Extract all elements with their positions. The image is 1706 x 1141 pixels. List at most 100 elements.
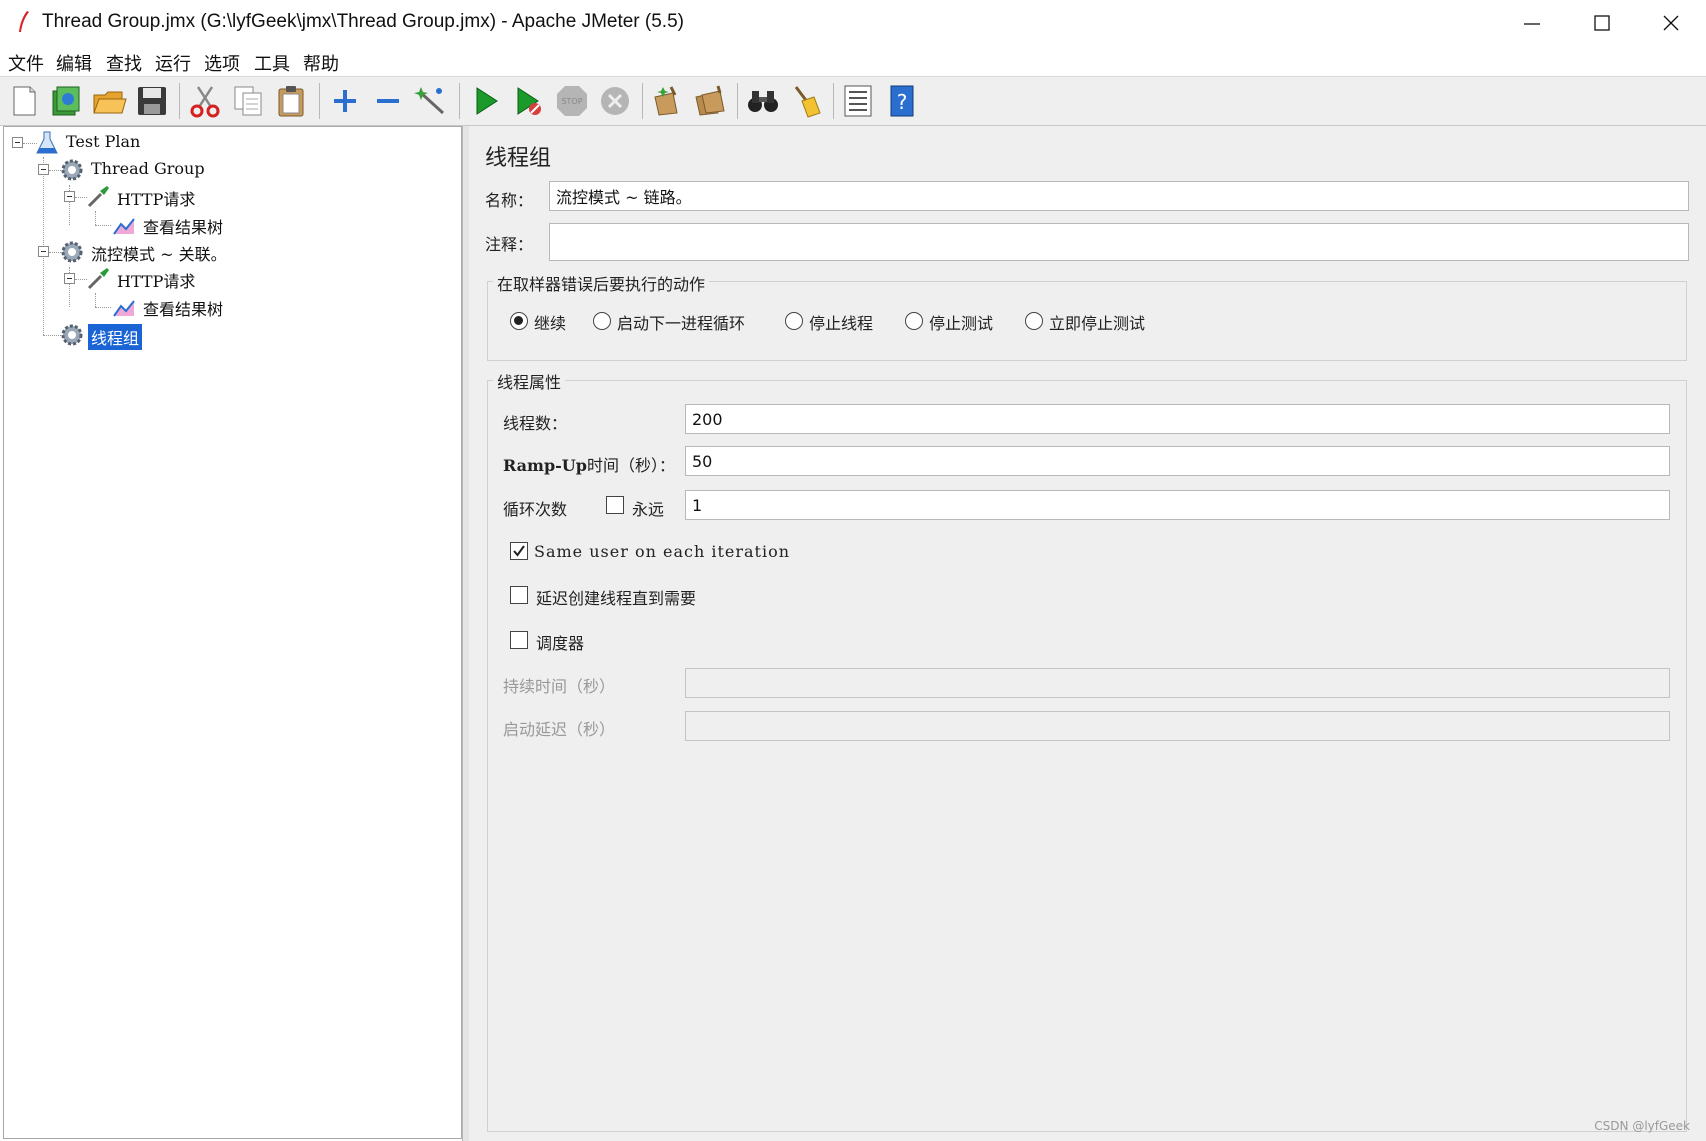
clear-button[interactable] (649, 83, 685, 119)
thread-group-gear-icon (61, 241, 83, 263)
loop-count-field[interactable] (685, 490, 1670, 520)
copy-icon (234, 86, 262, 116)
paste-button[interactable] (273, 83, 309, 119)
name-label: 名称： (485, 191, 534, 210)
copy-button[interactable] (230, 83, 266, 119)
menu-file[interactable]: 文件 (8, 50, 44, 76)
maximize-button[interactable] (1567, 0, 1637, 46)
radio-continue-indicator (510, 312, 528, 330)
function-helper-button[interactable] (840, 83, 876, 119)
rampup-label-prefix: Ramp-Up (503, 456, 587, 475)
same-user-checkbox[interactable] (510, 542, 528, 560)
title-bar: Thread Group.jmx (G:\lyfGeek\jmx\Thread … (0, 0, 1706, 46)
rampup-label-suffix: 时间（秒）： (586, 456, 675, 475)
collapse-http-request-1[interactable] (64, 191, 75, 202)
minimize-icon (1524, 23, 1540, 25)
comment-field[interactable] (549, 223, 1689, 261)
thread-properties-title: 线程属性 (493, 369, 566, 393)
window-title: Thread Group.jmx (G:\lyfGeek\jmx\Thread … (42, 11, 684, 32)
checkmark-icon (513, 545, 525, 557)
close-icon (1663, 15, 1679, 31)
menu-options[interactable]: 选项 (204, 50, 240, 76)
menu-edit[interactable]: 编辑 (56, 50, 92, 76)
clear-all-broom-icon (695, 85, 725, 116)
result-tree-chart-icon (113, 300, 135, 317)
minimize-button[interactable] (1497, 0, 1567, 46)
forever-label: 永远 (632, 500, 665, 519)
toggle-wand-icon (414, 87, 445, 115)
radio-stop-test-indicator (905, 312, 923, 330)
toolbar-separator (833, 83, 834, 119)
pane-splitter[interactable] (462, 126, 469, 1141)
save-icon (138, 87, 166, 115)
toolbar-separator (737, 83, 738, 119)
toolbar-separator (179, 83, 180, 119)
new-button[interactable] (6, 83, 42, 119)
stop-button[interactable]: STOP (554, 83, 590, 119)
open-icon (93, 91, 127, 114)
start-button[interactable] (468, 83, 504, 119)
toggle-button[interactable] (413, 83, 449, 119)
http-sampler-pipette-icon (87, 186, 109, 208)
help-button[interactable]: ? (884, 83, 920, 119)
paste-icon (278, 86, 304, 117)
threads-field[interactable] (685, 404, 1670, 434)
collapse-http-request-2[interactable] (64, 273, 75, 284)
help-icon: ? (890, 85, 914, 117)
rampup-label: Ramp-Up时间（秒）： (503, 452, 675, 476)
jmeter-feather-icon (19, 11, 29, 32)
menu-help[interactable]: 帮助 (303, 50, 339, 76)
menu-run[interactable]: 运行 (155, 50, 191, 76)
start-icon (476, 87, 498, 115)
cut-button[interactable] (187, 83, 223, 119)
templates-button[interactable] (48, 83, 84, 119)
open-button[interactable] (91, 83, 127, 119)
search-button[interactable] (745, 83, 781, 119)
collapse-flow-mode[interactable] (38, 246, 49, 257)
plus-icon (334, 90, 356, 112)
scheduler-checkbox[interactable] (510, 631, 528, 649)
expand-all-button[interactable] (327, 83, 363, 119)
rampup-field[interactable] (685, 446, 1670, 476)
toolbar-separator (642, 83, 643, 119)
shutdown-button[interactable] (597, 83, 633, 119)
delay-thread-creation-checkbox[interactable] (510, 586, 528, 604)
duration-label: 持续时间（秒） (503, 677, 616, 696)
thread-group-gear-icon (61, 324, 83, 346)
toolbar-separator (459, 83, 460, 119)
templates-icon (52, 86, 80, 116)
radio-stop-test-now-indicator (1025, 312, 1043, 330)
startup-delay-field (685, 711, 1670, 741)
reset-search-button[interactable] (788, 83, 824, 119)
collapse-test-plan[interactable] (12, 137, 23, 148)
thread-group-gear-icon (61, 159, 83, 181)
http-sampler-pipette-icon (87, 268, 109, 290)
toolbar-separator (319, 83, 320, 119)
save-button[interactable] (134, 83, 170, 119)
name-field[interactable] (549, 181, 1689, 211)
start-no-pauses-button[interactable] (511, 83, 547, 119)
collapse-all-button[interactable] (370, 83, 406, 119)
radio-start-next-loop-indicator (593, 312, 611, 330)
binoculars-icon (748, 91, 778, 112)
start-no-pause-icon (517, 87, 541, 115)
test-plan-flask-icon (36, 131, 58, 154)
new-icon (13, 86, 36, 116)
loop-count-label: 循环次数 (503, 500, 568, 519)
menu-search[interactable]: 查找 (106, 50, 142, 76)
collapse-thread-group[interactable] (38, 164, 49, 175)
svg-text:?: ? (897, 90, 908, 114)
thread-group-editor: 线程组 名称： 注释： 在取样器错误后要执行的动作 继续 启动下一进程循环 停止… (469, 126, 1706, 1141)
delay-thread-creation-label: 延迟创建线程直到需要 (536, 589, 697, 608)
forever-checkbox[interactable] (606, 496, 624, 514)
clear-broom-icon (654, 86, 678, 116)
close-button[interactable] (1636, 0, 1706, 46)
radio-stop-thread-indicator (785, 312, 803, 330)
same-user-label: Same user on each iteration (534, 542, 791, 561)
list-icon (844, 85, 872, 117)
clear-all-button[interactable] (692, 83, 728, 119)
menu-tools[interactable]: 工具 (254, 50, 290, 76)
menu-bar: 文件 编辑 查找 运行 选项 工具 帮助 (0, 46, 1706, 77)
watermark: CSDN @lyfGeek (1594, 1119, 1690, 1133)
test-plan-tree: Test Plan Thread Group HTTP请求 查看结果树 流控模式… (3, 126, 462, 1139)
